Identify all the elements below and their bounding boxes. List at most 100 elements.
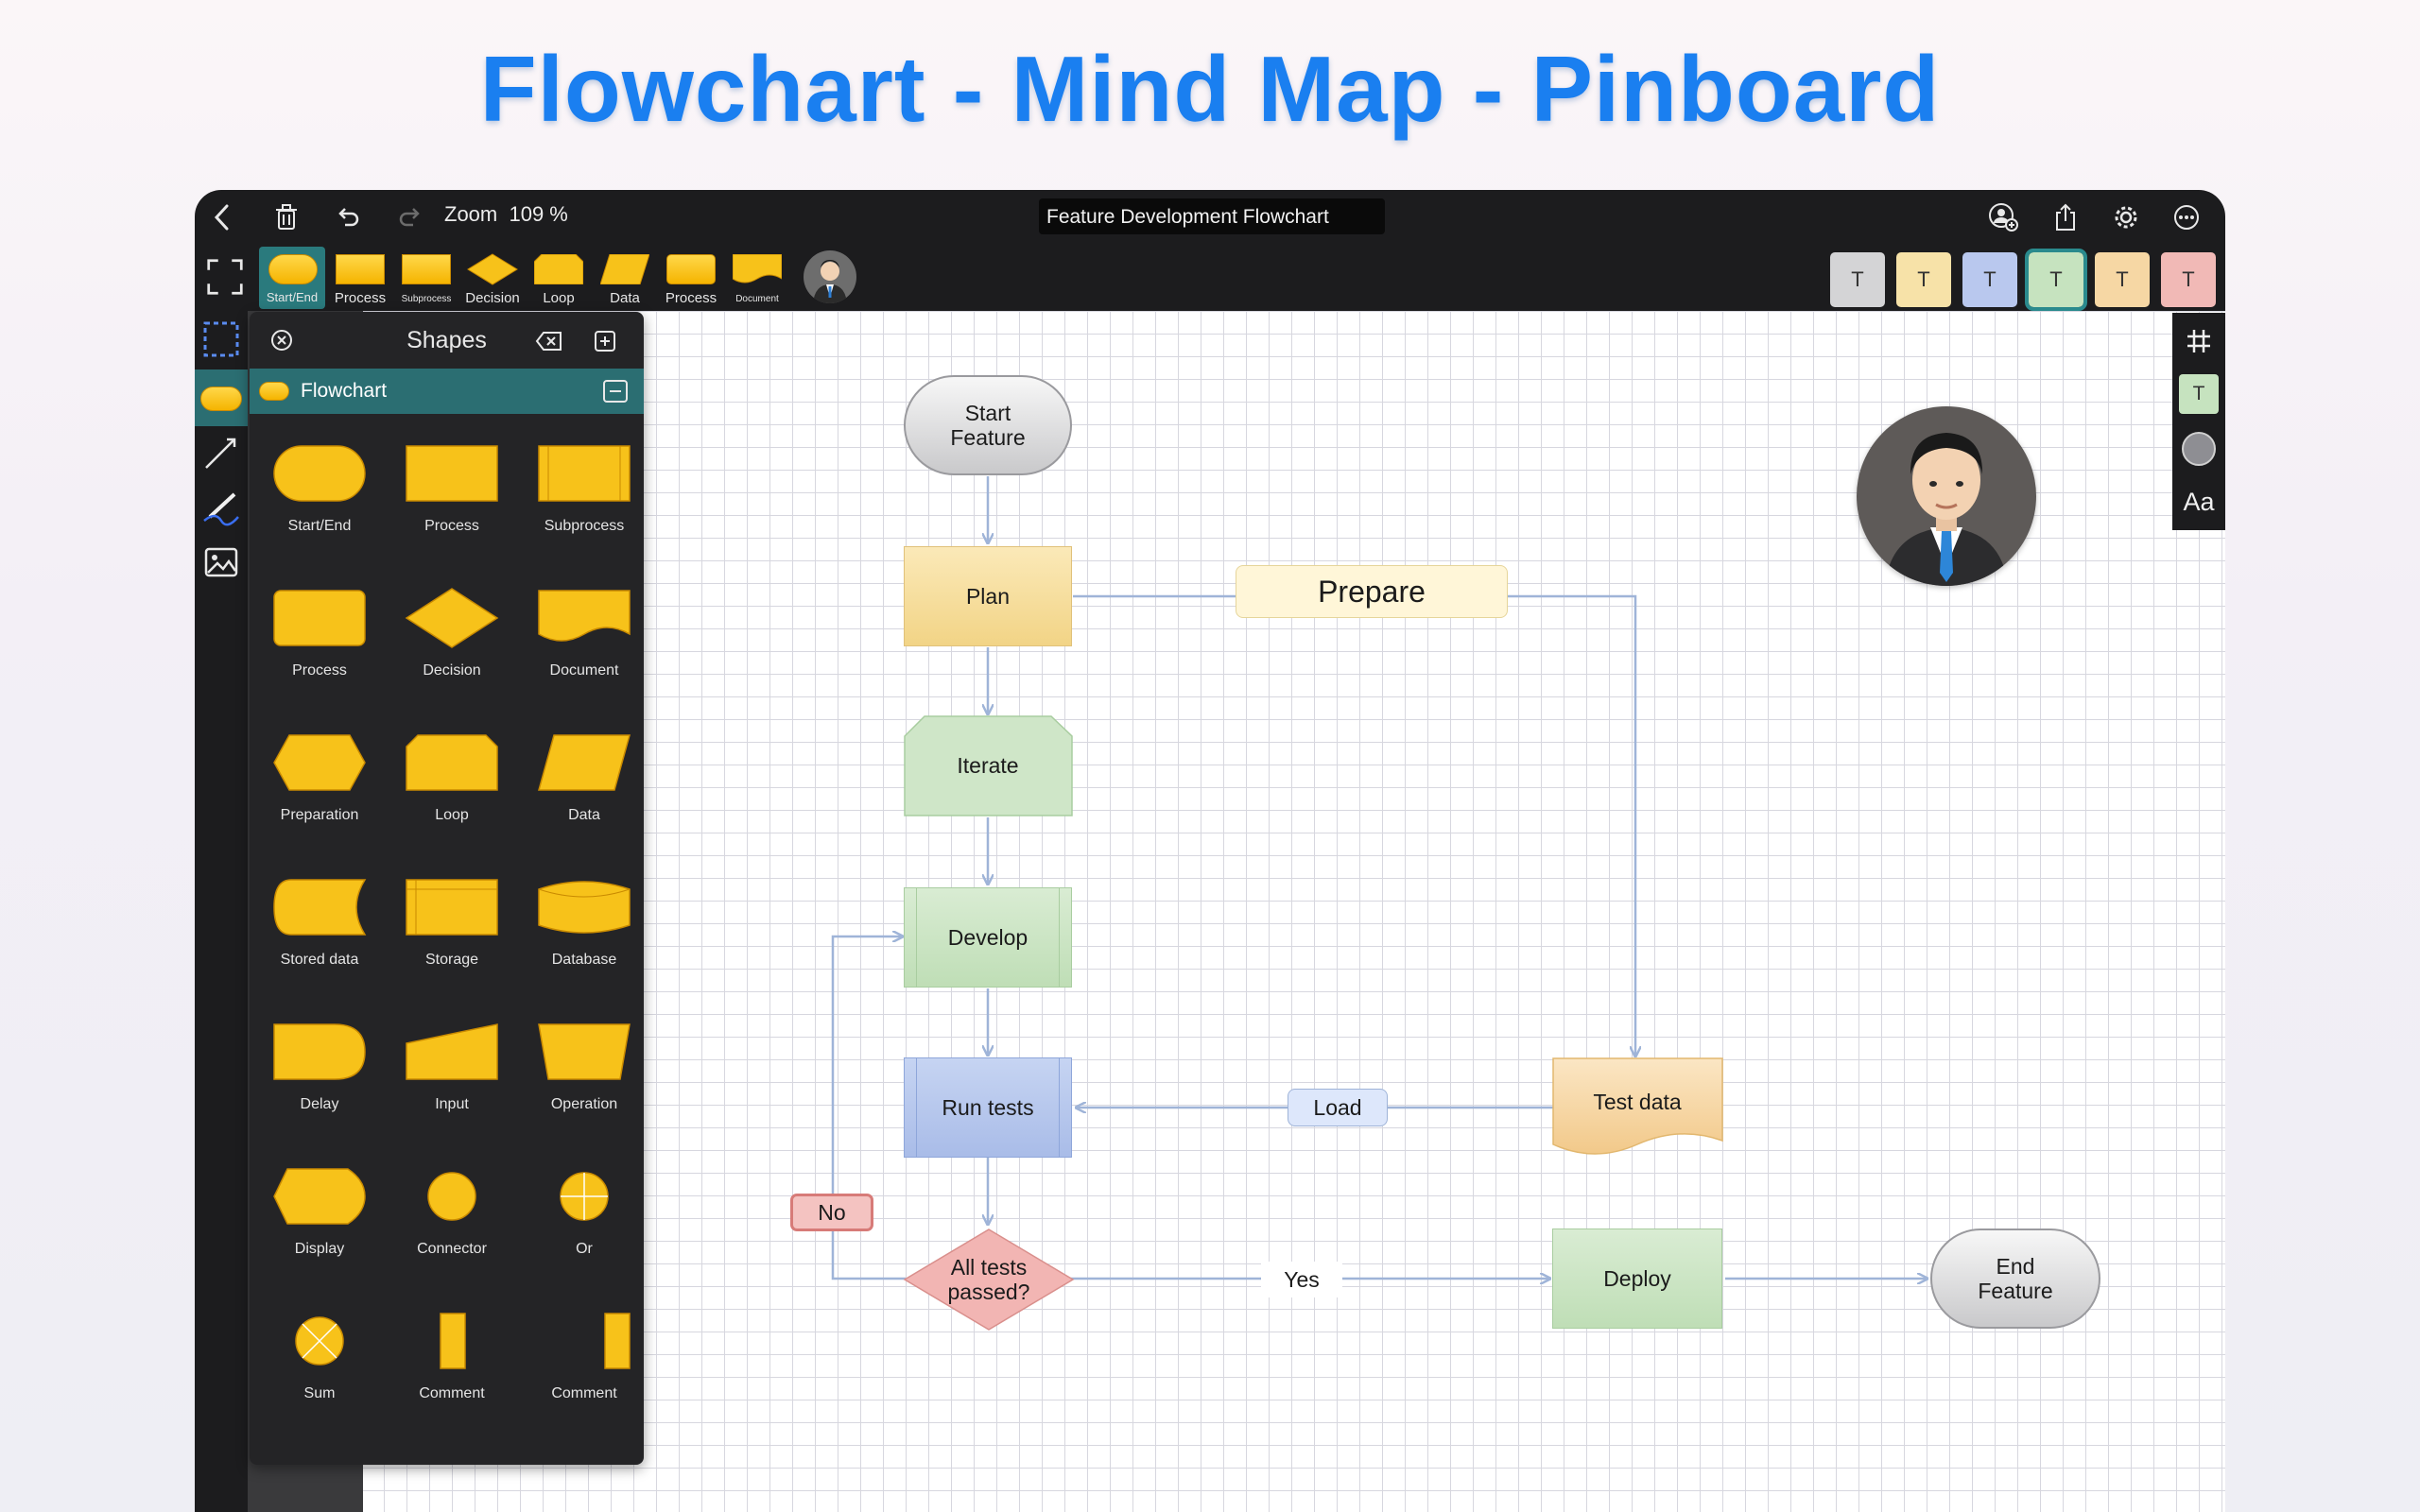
subprocess-icon: [538, 445, 631, 502]
delay-icon: [273, 1023, 366, 1080]
shape-item-label: Document: [549, 662, 619, 679]
app-window: Zoom 109 % Feature Development Flowchart…: [195, 190, 2225, 1512]
shapes-panel-header: Shapes: [250, 312, 644, 369]
comment-right-icon: [604, 1313, 631, 1369]
shape-item-label: Data: [568, 807, 600, 823]
shape-item-label: Delay: [300, 1096, 339, 1112]
rounded-rect-icon: [273, 590, 366, 646]
shape-item-label: Input: [435, 1096, 469, 1112]
shape-item-preparation[interactable]: Preparation: [253, 703, 386, 845]
add-category-icon[interactable]: [594, 330, 616, 357]
shape-item-label: Subprocess: [544, 518, 625, 534]
node-end-feature[interactable]: End Feature: [1930, 1228, 2100, 1329]
category-row-flowchart[interactable]: Flowchart: [250, 369, 644, 414]
cylinder-icon: [538, 881, 631, 934]
node-prepare[interactable]: Prepare: [1236, 565, 1508, 618]
node-test-data[interactable]: Test data: [1552, 1057, 1722, 1146]
node-avatar-image[interactable]: [1857, 406, 2036, 586]
subprocess-divider-right: [1059, 888, 1060, 987]
shape-item-sum[interactable]: Sum: [253, 1281, 386, 1423]
category-label: Flowchart: [301, 380, 388, 402]
stored-data-icon: [273, 879, 367, 936]
node-all-tests-passed[interactable]: All tests passed?: [903, 1228, 1075, 1332]
shape-item-label: Start/End: [287, 518, 352, 534]
shape-item-database[interactable]: Database: [518, 848, 644, 989]
document-icon: [538, 590, 631, 642]
node-develop-label: Develop: [947, 924, 1028, 950]
subprocess-divider-left: [916, 888, 917, 987]
shape-item-or[interactable]: Or: [518, 1137, 644, 1279]
shape-item-label: Decision: [423, 662, 481, 679]
shape-item-storage[interactable]: Storage: [386, 848, 518, 989]
node-develop[interactable]: Develop: [904, 887, 1072, 988]
edge-label-no[interactable]: No: [790, 1194, 873, 1231]
rectangle-icon: [406, 445, 498, 502]
shapes-panel-title: Shapes: [406, 327, 487, 353]
trapezoid-icon: [538, 1023, 631, 1080]
edge-label-yes[interactable]: Yes: [1261, 1262, 1342, 1297]
shape-item-label: Stored data: [280, 952, 359, 968]
fill-color-icon[interactable]: [2178, 428, 2220, 470]
text-style-label: T: [2179, 374, 2219, 414]
shape-item-label: Comment: [551, 1385, 617, 1401]
storage-icon: [406, 879, 498, 936]
shape-item-data[interactable]: Data: [518, 703, 644, 845]
shape-item-connector[interactable]: Connector: [386, 1137, 518, 1279]
shape-item-document[interactable]: Document: [518, 558, 644, 700]
shape-item-label: Comment: [419, 1385, 485, 1401]
shape-item-label: Connector: [417, 1241, 487, 1257]
node-plan[interactable]: Plan: [904, 546, 1072, 646]
businessman-avatar-icon: [1885, 433, 2008, 586]
display-icon: [273, 1168, 366, 1225]
shape-item-comment[interactable]: Comment: [386, 1281, 518, 1423]
fill-color-swatch: [2182, 432, 2216, 466]
banner-title: Flowchart - Mind Map - Pinboard: [479, 37, 1941, 141]
manual-input-icon: [406, 1023, 498, 1080]
shapes-panel: Shapes Flowchart Start/End Process Subproc…: [250, 312, 644, 1465]
shape-item-decision[interactable]: Decision: [386, 558, 518, 700]
shape-item-label: Operation: [550, 1096, 618, 1112]
shape-item-label: Loop: [435, 807, 469, 823]
node-iterate[interactable]: Iterate: [904, 715, 1072, 816]
shape-item-comment[interactable]: Comment: [518, 1281, 644, 1423]
circle-icon: [427, 1172, 476, 1221]
hexagon-icon: [273, 734, 366, 791]
shape-item-label: Storage: [424, 952, 479, 968]
shape-item-stored-data[interactable]: Stored data: [253, 848, 386, 989]
subprocess-divider-left: [916, 1058, 917, 1157]
node-deploy[interactable]: Deploy: [1552, 1228, 1722, 1329]
node-run-tests[interactable]: Run tests: [904, 1057, 1072, 1158]
collapse-category-icon[interactable]: [603, 380, 628, 407]
shape-item-subprocess[interactable]: Subprocess: [518, 414, 644, 556]
edge-plan-testdata: [1073, 594, 1635, 1056]
text-style-button[interactable]: T: [2178, 373, 2220, 415]
shape-item-label: Database: [551, 952, 617, 968]
grid-toggle-icon[interactable]: [2178, 320, 2220, 362]
terminator-icon: [273, 445, 366, 502]
parallelogram-icon: [538, 734, 631, 791]
shape-item-loop[interactable]: Loop: [386, 703, 518, 845]
diamond-icon: [405, 588, 499, 648]
shape-item-operation[interactable]: Operation: [518, 992, 644, 1134]
shape-item-label: Sum: [303, 1385, 336, 1401]
font-button[interactable]: Aa: [2178, 481, 2220, 523]
shape-item-delay[interactable]: Delay: [253, 992, 386, 1134]
shape-item-label: Preparation: [280, 807, 359, 823]
shape-item-label: Process: [424, 518, 479, 534]
shape-item-start-end[interactable]: Start/End: [253, 414, 386, 556]
or-icon: [560, 1172, 609, 1221]
right-tool-rail: T Aa: [2172, 313, 2225, 530]
comment-left-icon: [440, 1313, 466, 1369]
shape-item-label: Or: [576, 1241, 593, 1257]
shape-item-display[interactable]: Display: [253, 1137, 386, 1279]
shape-item-process[interactable]: Process: [386, 414, 518, 556]
shape-item-label: Process: [292, 662, 347, 679]
edge-label-load[interactable]: Load: [1288, 1089, 1388, 1126]
shape-item-process[interactable]: Process: [253, 558, 386, 700]
node-run-tests-label: Run tests: [942, 1094, 1034, 1120]
node-start-feature[interactable]: Start Feature: [904, 375, 1072, 475]
delete-category-icon[interactable]: [535, 331, 563, 356]
subprocess-divider-right: [1059, 1058, 1060, 1157]
flowchart-category-icon: [259, 382, 289, 401]
shape-item-input[interactable]: Input: [386, 992, 518, 1134]
